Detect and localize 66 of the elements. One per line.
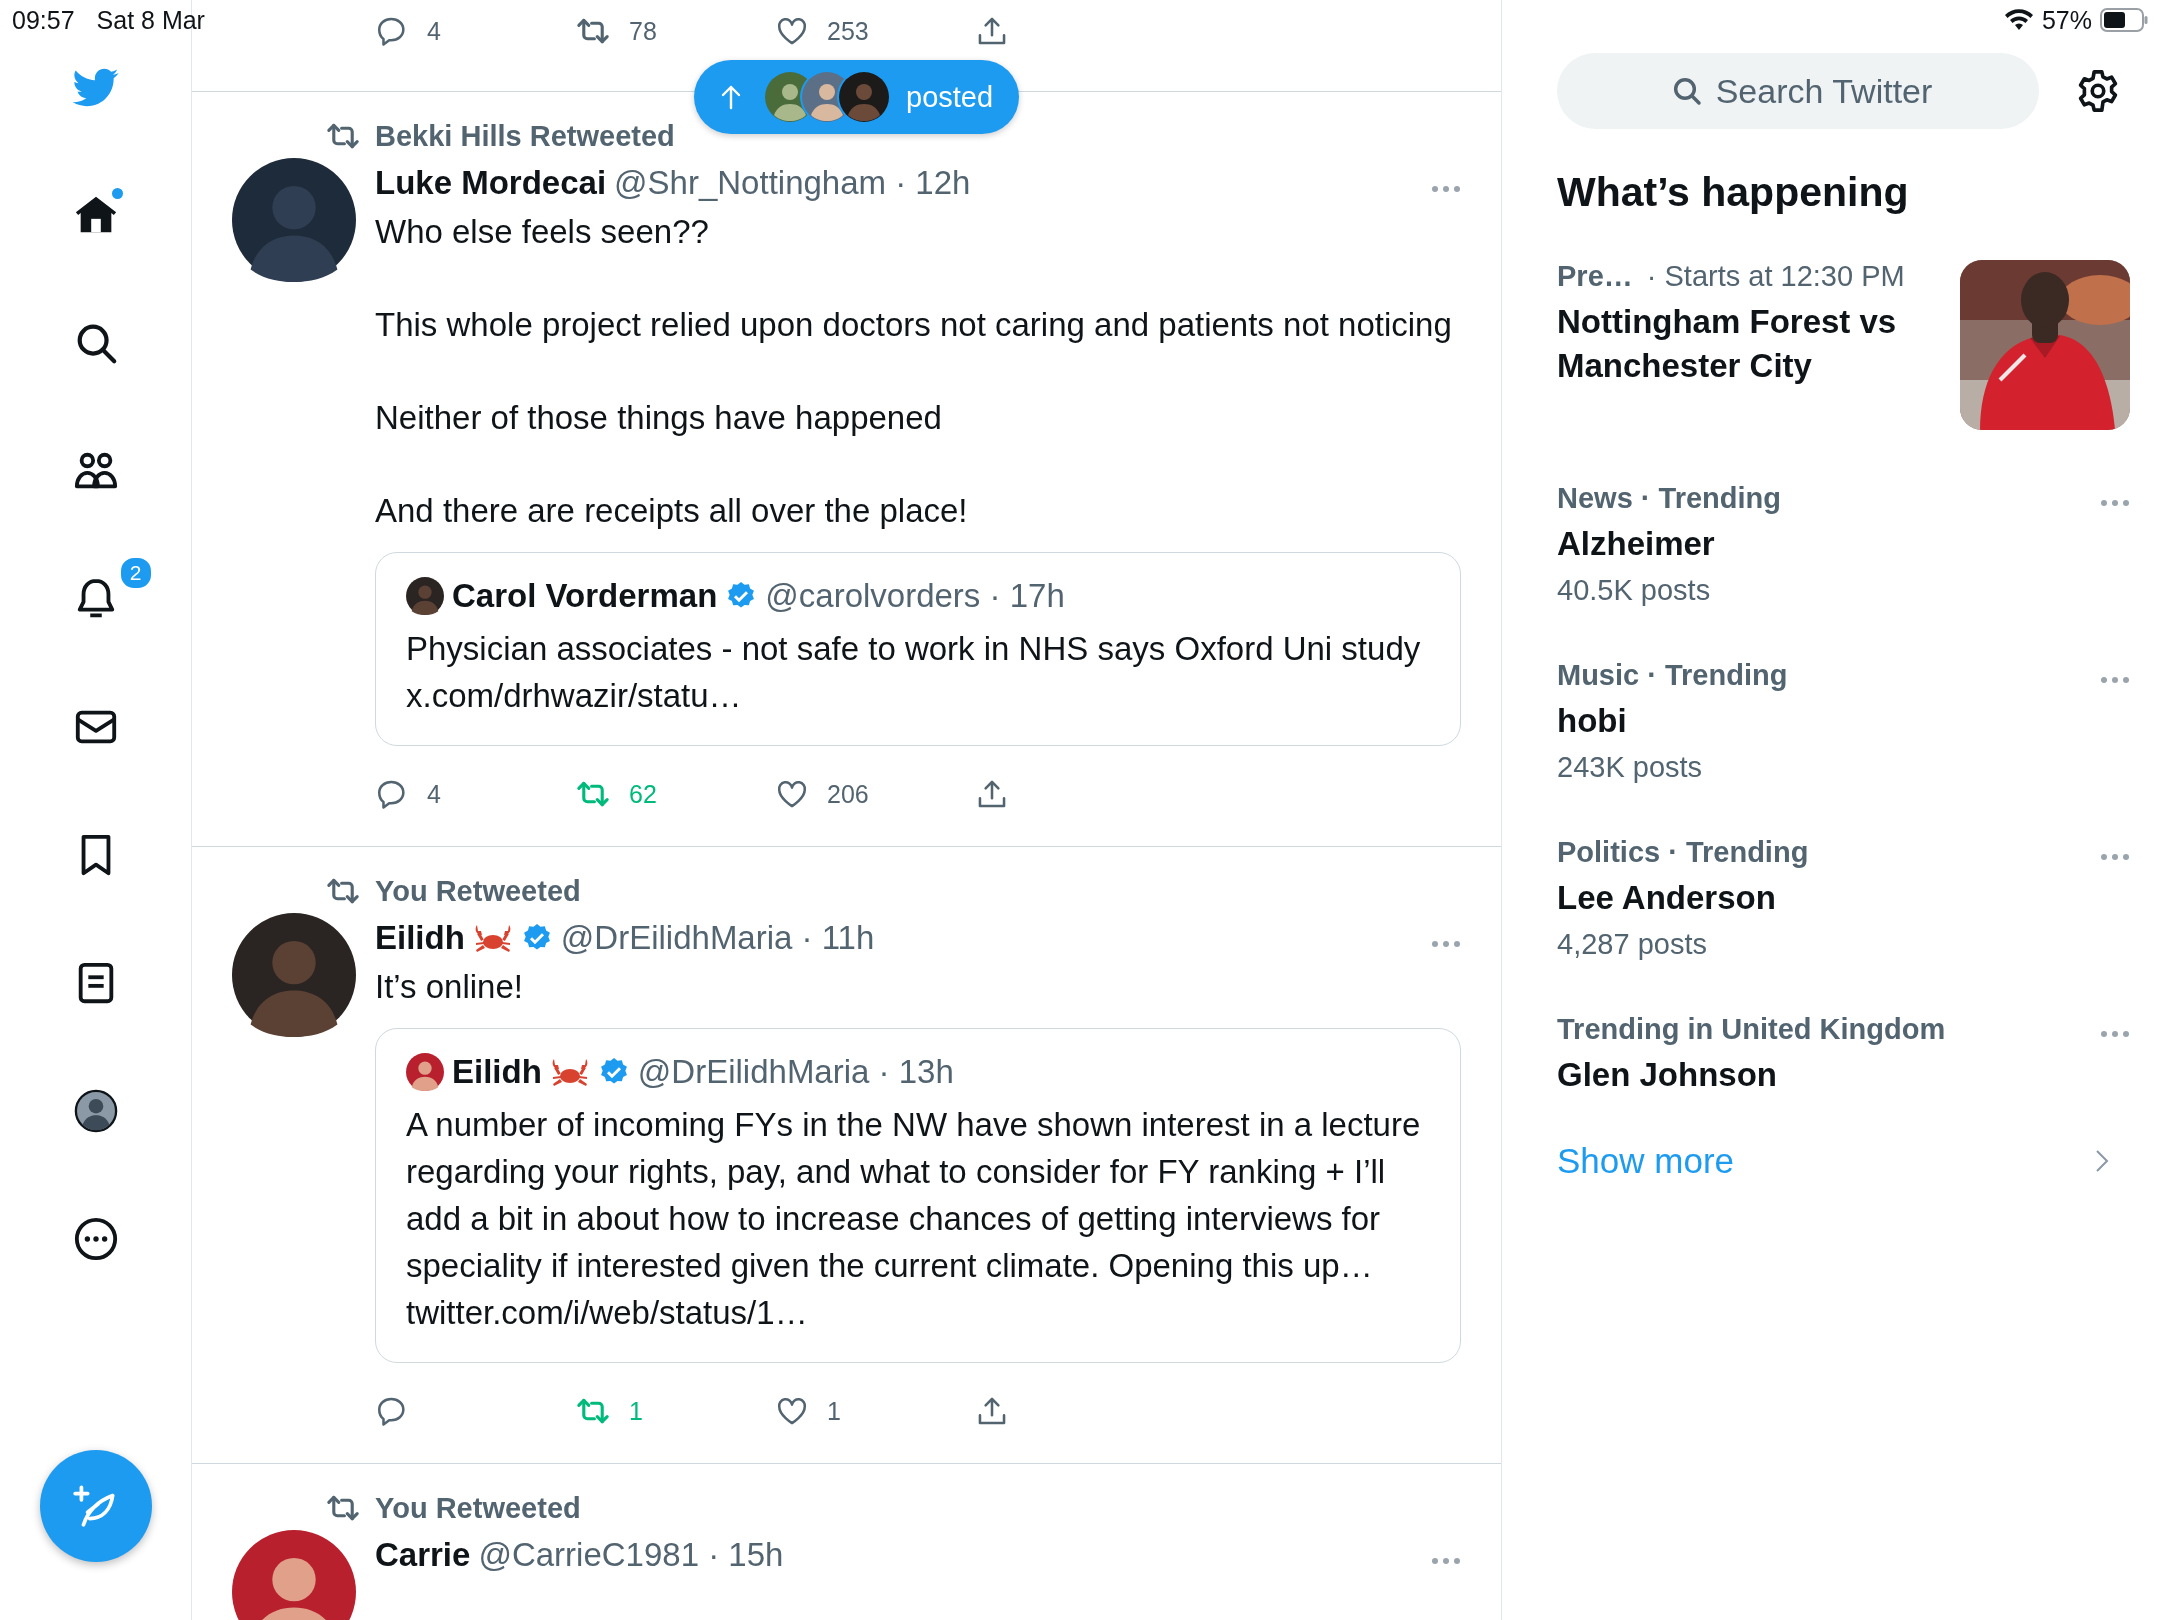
handle-time: @DrEilidhMaria · 11h <box>560 919 875 957</box>
retweet-context: You Retweeted <box>375 1491 581 1525</box>
trend-title: Lee Anderson <box>1557 878 1777 918</box>
like-button[interactable]: 1 <box>775 1394 975 1428</box>
notification-badge: 2 <box>118 556 153 590</box>
author-name[interactable]: Eilidh <box>375 919 465 957</box>
handle-time: @carolvorders · 17h <box>765 577 1065 615</box>
handle-time: @CarrieC1981 · 15h <box>478 1536 784 1574</box>
quoted-text: A number of incoming FYs in the NW have shown interest in a lecture regarding your rights, pay, and what to consider for FY ranking + I’ll add a bit in about how to increase chances of getting interviews for speciality if interested given the current climate. Opening this up… twitter.com/i/web/status/1… <box>406 1105 1422 1333</box>
retweet-context: You Retweeted <box>375 874 581 908</box>
chevron-right-icon <box>2094 1148 2110 1174</box>
avatar[interactable] <box>232 913 356 1037</box>
clock-time: 09:57 <box>12 5 75 35</box>
trend-category: Pre… <box>1557 260 1633 292</box>
search-icon <box>1671 75 1703 107</box>
wifi-icon <box>2003 8 2034 32</box>
compose-button[interactable] <box>40 1450 152 1562</box>
section-title: What’s happening <box>1557 169 1910 216</box>
handle-time: @Shr_Nottingham · 12h <box>614 164 971 202</box>
post-count: 40.5K posts <box>1557 574 1712 607</box>
post-count: 4,287 posts <box>1557 928 1708 961</box>
author-name[interactable]: Carol Vorderman <box>452 577 718 615</box>
more-icon[interactable] <box>72 1216 119 1262</box>
trend-category: Trending in United Kingdom <box>1557 1013 1946 1045</box>
author-name[interactable]: Carrie <box>375 1536 471 1574</box>
search-field[interactable]: Search Twitter <box>1557 53 2039 129</box>
trend-item[interactable]: Pre… · Starts at 12:30 PM Nottingham Forest vs Manchester City <box>1557 260 2130 430</box>
author-name[interactable]: Eilidh <box>452 1053 542 1091</box>
arrow-up-icon <box>720 84 742 110</box>
profile-avatar-icon[interactable] <box>72 1088 119 1134</box>
reply-button[interactable]: 4 <box>375 777 575 811</box>
like-button[interactable]: 253 <box>775 14 975 48</box>
tweet-text: This whole project relied upon doctors not caring and patients not noticing <box>375 305 1453 345</box>
trend-category: Music · Trending <box>1557 659 1788 691</box>
handle-time: @DrEilidhMaria · 13h <box>637 1053 954 1091</box>
trend-item[interactable]: Trending in United Kingdom Glen Johnson <box>1557 1013 2130 1097</box>
status-date: Sat 8 Mar <box>96 5 205 35</box>
battery-percent: 57% <box>2041 5 2092 35</box>
trend-item[interactable]: News · Trending Alzheimer 40.5K posts <box>1557 482 2130 607</box>
avatar[interactable] <box>406 577 444 615</box>
tweet-text: It’s online! <box>375 967 524 1007</box>
post-count: 243K posts <box>1557 751 1704 784</box>
like-button[interactable]: 206 <box>775 777 975 811</box>
retweet-context: Bekki Hills Retweeted <box>375 119 675 153</box>
quoted-tweet[interactable]: Carol Vorderman @carolvorders · 17h Physician associates - not safe to work in NHS says Oxford Uni study x.com/drhwazir/statu… <box>375 552 1461 746</box>
battery-icon <box>2100 7 2148 33</box>
trend-category: Politics · Trending <box>1557 836 1809 868</box>
avatar[interactable] <box>232 158 356 282</box>
quoted-text: Physician associates - not safe to work in NHS says Oxford Uni study x.com/drhwazir/statu… <box>406 629 1422 716</box>
trend-title: Alzheimer <box>1557 524 1716 564</box>
trend-item[interactable]: Politics · Trending Lee Anderson 4,287 posts <box>1557 836 2130 961</box>
avatar[interactable] <box>406 1053 444 1091</box>
trend-title: Nottingham Forest vs Manchester City <box>1557 302 1898 386</box>
trend-item[interactable]: Music · Trending hobi 243K posts <box>1557 659 2130 784</box>
reply-button[interactable]: 4 <box>375 14 575 48</box>
trend-title: hobi <box>1557 701 1628 741</box>
quoted-tweet[interactable] <box>375 1028 1461 1363</box>
avatar[interactable] <box>232 1530 356 1620</box>
trend-title: Glen Johnson <box>1557 1055 1778 1095</box>
trend-category: News · Trending <box>1557 482 1781 514</box>
tweet-text: And there are receipts all over the place! <box>375 491 969 531</box>
tweet-text: Neither of those things have happened <box>375 398 943 438</box>
author-name[interactable]: Luke Mordecai <box>375 164 607 202</box>
trend-meta: · Starts at 12:30 PM <box>1646 260 1905 292</box>
tweet-text: Who else feels seen?? <box>375 212 710 252</box>
retweet-button[interactable]: 78 <box>575 14 775 48</box>
